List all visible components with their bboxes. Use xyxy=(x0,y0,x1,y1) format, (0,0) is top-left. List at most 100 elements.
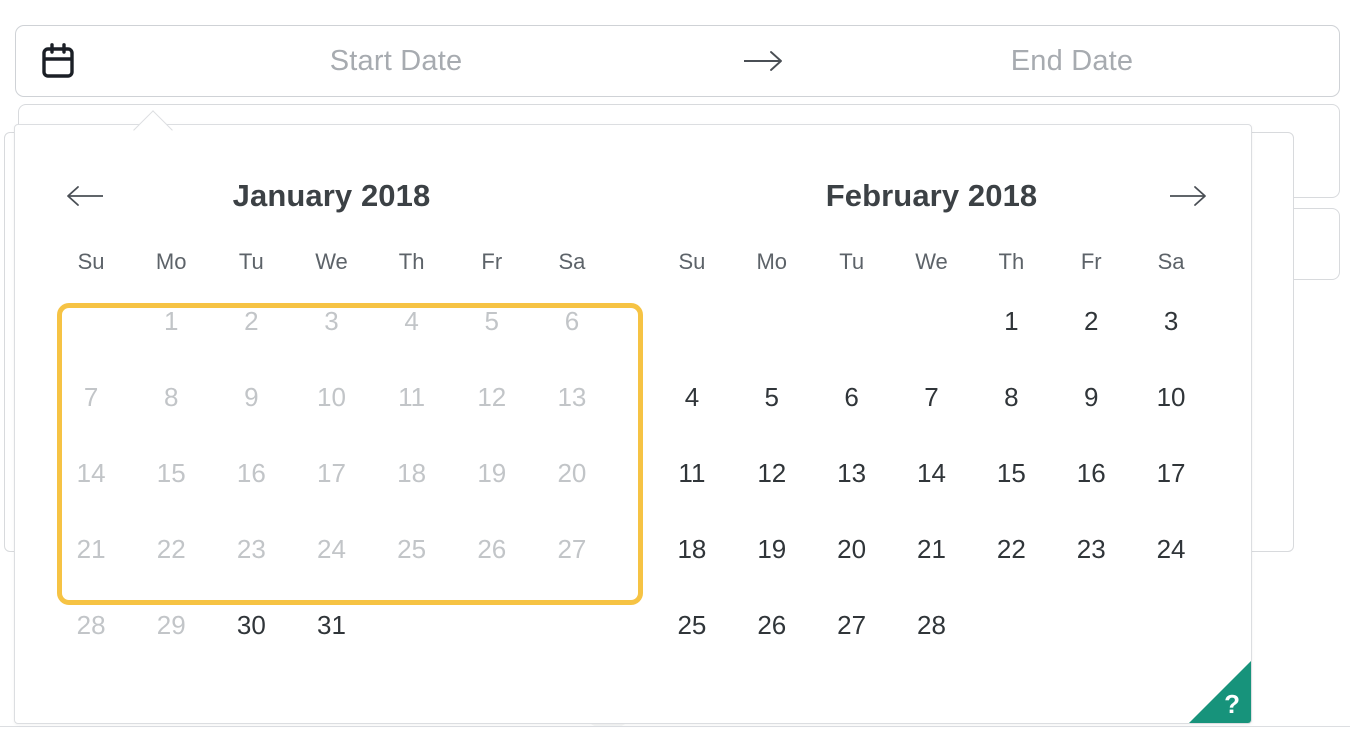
day-cell[interactable]: 30 xyxy=(211,587,291,663)
day-cell[interactable]: 17 xyxy=(1131,435,1211,511)
background-bottom-strip xyxy=(0,726,1350,740)
day-cell[interactable]: 19 xyxy=(732,511,812,587)
day-cell-disabled: 8 xyxy=(163,381,179,412)
day-cell-disabled: 17 xyxy=(317,457,346,488)
day-cell[interactable]: 27 xyxy=(812,587,892,663)
day-cell-disabled: 7 xyxy=(83,381,99,412)
day-cell-disabled: 3 xyxy=(324,305,339,336)
day-cell[interactable]: 25 xyxy=(652,587,732,663)
weekday-label: Th xyxy=(998,249,1025,274)
popup-caret-icon xyxy=(133,110,173,131)
months-container: January 2018 Su Mo Tu We Th Fr Sa 1 2 3 4 5 6 7 8 9 10 11 1… xyxy=(15,125,1251,663)
day-cell-disabled: 25 xyxy=(397,533,427,564)
weekday-label: Sa xyxy=(558,249,586,274)
day-cell[interactable]: 5 xyxy=(732,359,812,435)
day-cell[interactable]: 14 xyxy=(892,435,972,511)
weekday-label: We xyxy=(915,249,948,274)
day-cell-disabled: 22 xyxy=(156,533,186,564)
day-cell[interactable]: 11 xyxy=(652,435,732,511)
day-cell-disabled: 13 xyxy=(557,381,587,412)
day-cell[interactable]: 26 xyxy=(732,587,812,663)
day-cell-empty xyxy=(892,283,972,359)
day-cell-disabled: 11 xyxy=(398,381,426,412)
day-cell-disabled: 9 xyxy=(244,381,259,412)
month-title: February 2018 xyxy=(825,178,1038,213)
day-cell[interactable]: 13 xyxy=(812,435,892,511)
weekday-label: Tu xyxy=(839,249,865,274)
day-cell[interactable]: 4 xyxy=(652,359,732,435)
day-cell-disabled: 10 xyxy=(317,381,346,412)
day-cell-disabled: 16 xyxy=(236,457,266,488)
help-badge-triangle xyxy=(1189,661,1251,723)
weekday-label: Sa xyxy=(1157,249,1185,274)
month-header: January 2018 xyxy=(51,163,612,229)
day-cell[interactable]: 1 xyxy=(971,283,1051,359)
day-cell-disabled: 18 xyxy=(397,457,427,488)
day-cell-empty xyxy=(732,283,812,359)
weekday-label: Th xyxy=(398,249,425,274)
month-panel-january: January 2018 Su Mo Tu We Th Fr Sa 1 2 3 4 5 6 7 8 9 10 11 1… xyxy=(15,163,634,663)
day-cell[interactable]: 21 xyxy=(892,511,972,587)
day-cell[interactable]: 3 xyxy=(1131,283,1211,359)
day-cell-disabled: 2 xyxy=(244,305,259,336)
day-cell[interactable]: 8 xyxy=(971,359,1051,435)
month-title: January 2018 xyxy=(232,178,431,213)
calendar-popup: January 2018 Su Mo Tu We Th Fr Sa 1 2 3 4 5 6 7 8 9 10 11 1… xyxy=(14,124,1252,724)
weekday-header-row: Su Mo Tu We Th Fr Sa xyxy=(652,245,1211,279)
day-cell-disabled: 27 xyxy=(557,533,587,564)
day-cell[interactable]: 10 xyxy=(1131,359,1211,435)
day-cell[interactable]: 12 xyxy=(732,435,812,511)
day-cell-empty xyxy=(652,283,732,359)
day-cell[interactable]: 24 xyxy=(1131,511,1211,587)
day-cell-disabled: 1 xyxy=(163,305,179,336)
day-cell[interactable]: 18 xyxy=(652,511,732,587)
weekday-label: Mo xyxy=(155,249,187,274)
days-grid: 1 2 3 4 5 6 7 8 9 10 11 12 13 14 15 16 17 18 19 20 21 22 23 24 2… xyxy=(51,283,612,663)
weekday-label: We xyxy=(315,249,348,274)
day-cell-disabled: 24 xyxy=(317,533,346,564)
day-cell[interactable]: 28 xyxy=(892,587,972,663)
day-cell[interactable]: 6 xyxy=(812,359,892,435)
day-cell-disabled: 23 xyxy=(236,533,266,564)
weekday-label: Fr xyxy=(1080,249,1102,274)
end-date-placeholder: End Date xyxy=(1010,44,1134,77)
weekday-header-row: Su Mo Tu We Th Fr Sa xyxy=(51,245,612,279)
day-cell-disabled: 28 xyxy=(76,609,106,640)
start-date-field[interactable]: Start Date xyxy=(76,26,716,96)
weekday-label: Su xyxy=(77,249,105,274)
day-cell-disabled: 14 xyxy=(76,457,106,488)
day-cell-empty xyxy=(812,283,892,359)
day-cell[interactable]: 20 xyxy=(812,511,892,587)
weekday-label: Mo xyxy=(756,249,788,274)
start-date-placeholder: Start Date xyxy=(329,44,463,77)
calendar-icon xyxy=(40,41,76,81)
day-cell[interactable]: 15 xyxy=(971,435,1051,511)
day-cell-disabled: 20 xyxy=(557,457,587,488)
day-cell-disabled: 6 xyxy=(564,305,580,336)
next-month-arrow-icon[interactable] xyxy=(1165,176,1211,216)
day-cell[interactable]: 7 xyxy=(892,359,972,435)
date-range-input-bar[interactable]: Start Date End Date xyxy=(15,25,1340,97)
weekday-label: Fr xyxy=(481,249,503,274)
prev-month-arrow-icon[interactable] xyxy=(63,176,109,216)
end-date-field[interactable]: End Date xyxy=(812,26,1332,96)
day-cell-disabled: 21 xyxy=(76,533,106,564)
day-cell-empty xyxy=(51,283,131,359)
help-badge-button[interactable]: ? xyxy=(1189,661,1251,723)
day-cell[interactable]: 23 xyxy=(1051,511,1131,587)
weekday-label: Tu xyxy=(238,249,264,274)
month-header: February 2018 xyxy=(652,163,1211,229)
days-grid: 1 2 3 4 5 6 7 8 9 10 11 12 13 14 15 16 17 18 19 20 21 22 23 24 2… xyxy=(652,283,1211,663)
day-cell[interactable]: 9 xyxy=(1051,359,1131,435)
day-cell-disabled: 15 xyxy=(156,457,186,488)
question-mark-icon: ? xyxy=(1224,689,1240,719)
day-cell[interactable]: 16 xyxy=(1051,435,1131,511)
day-cell[interactable]: 22 xyxy=(971,511,1051,587)
day-cell-disabled: 5 xyxy=(484,305,499,336)
month-panel-february: February 2018 Su Mo Tu We Th Fr Sa 1 2 3 4 5 6 7 8 9 10 11… xyxy=(634,163,1251,663)
day-cell-disabled: 4 xyxy=(404,305,419,336)
day-cell-disabled: 26 xyxy=(477,533,507,564)
day-cell-disabled: 19 xyxy=(477,457,507,488)
day-cell[interactable]: 2 xyxy=(1051,283,1131,359)
day-cell[interactable]: 31 xyxy=(291,587,371,663)
